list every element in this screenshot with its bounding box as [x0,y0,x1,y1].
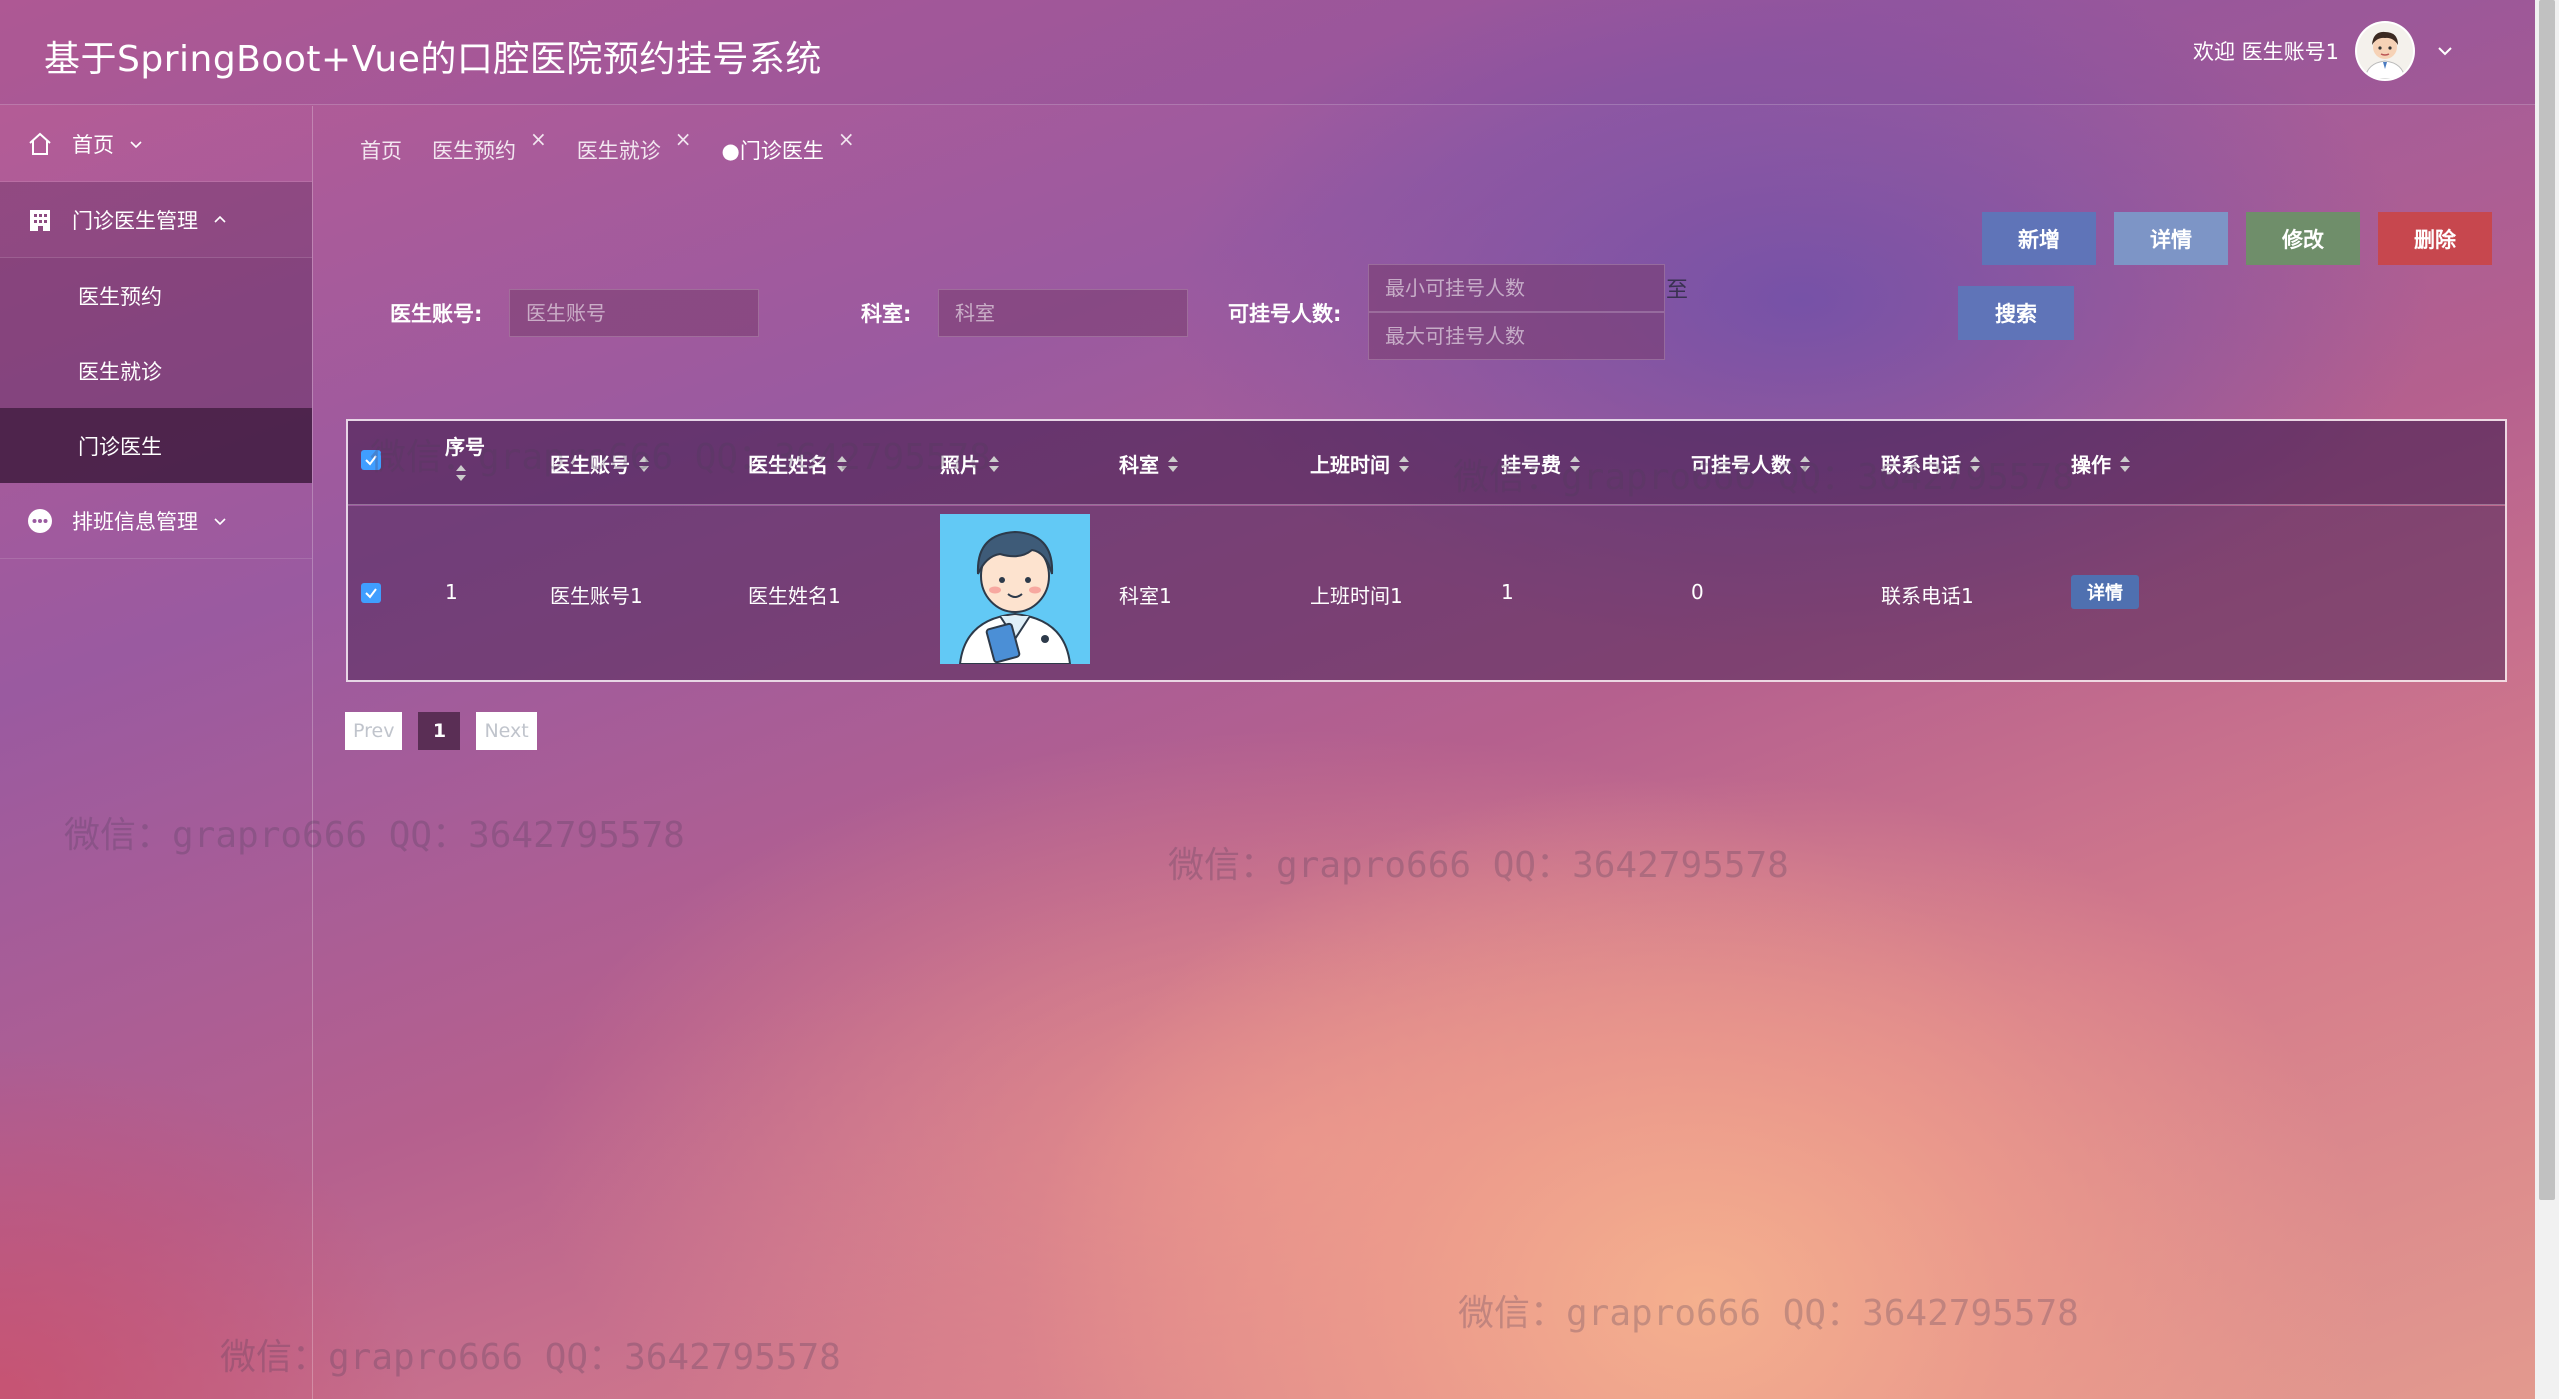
scrollbar-thumb[interactable] [2539,0,2555,1200]
doctor-photo [940,514,1090,664]
watermark: 微信：grapro666 QQ：3642795578 [1458,1293,2079,1334]
col-index[interactable]: 序号 [445,431,485,482]
chevron-down-icon[interactable] [2435,41,2455,61]
doctor-table: 序号 医生账号 医生姓名 照片 科室 上班时间 挂号费 可挂号人数 联系电话 操… [346,419,2507,682]
row-detail-button[interactable]: 详情 [2071,575,2139,609]
prev-page-button[interactable]: Prev [345,712,403,750]
col-photo[interactable]: 照片 [940,449,1000,478]
sidebar-item-label: 门诊医生管理 [72,208,198,233]
doctor-illustration-icon [940,514,1090,664]
app-title: 基于SpringBoot+Vue的口腔医院预约挂号系统 [44,39,822,80]
tab-label: 首页 [360,139,402,163]
dept-search-input[interactable] [938,289,1188,337]
chevron-down-icon [128,136,144,152]
tab-label: 医生就诊 [576,139,661,163]
available-count-label: 可挂号人数: [1228,302,1342,326]
sidebar-item-doctor-appointment[interactable]: 医生预约 [0,258,312,333]
sidebar-item-clinic-doctor[interactable]: 门诊医生 [0,408,312,483]
cell-name: 医生姓名1 [748,584,841,608]
col-actions[interactable]: 操作 [2071,449,2131,478]
delete-button[interactable]: 删除 [2378,212,2492,265]
cell-work-time: 上班时间1 [1310,584,1403,608]
sidebar: 首页 门诊医生管理 医生预约 医生就诊 门诊医生 排班信息管理 [0,106,313,1399]
watermark: 微信：grapro666 QQ：3642795578 [220,1337,841,1378]
sort-icon [1800,455,1810,472]
tab-doctor-visit[interactable]: 医生就诊 × [576,127,692,165]
dept-label: 科室: [861,302,912,326]
col-dept[interactable]: 科室 [1119,449,1179,478]
close-icon[interactable]: × [838,127,855,151]
col-fee[interactable]: 挂号费 [1501,449,1581,478]
close-icon[interactable]: × [530,127,547,151]
sidebar-item-doctor-visit[interactable]: 医生就诊 [0,333,312,408]
chevron-up-icon [212,212,228,228]
min-available-input[interactable] [1368,264,1665,312]
col-account[interactable]: 医生账号 [550,449,650,478]
user-menu[interactable]: 欢迎 医生账号1 [2193,20,2455,82]
account-label: 医生账号: [390,302,483,326]
sort-icon [1168,455,1178,472]
check-icon [365,455,377,466]
doctor-avatar-icon [2357,23,2413,79]
welcome-text: 欢迎 医生账号1 [2192,40,2339,64]
cell-dept: 科室1 [1119,584,1172,608]
sort-icon [2120,455,2130,472]
row-checkbox[interactable] [361,583,381,603]
col-work-time[interactable]: 上班时间 [1310,449,1410,478]
sort-icon [639,455,649,472]
pagination: Prev 1 Next [345,712,537,750]
tab-label: 医生预约 [432,139,516,163]
next-page-button[interactable]: Next [476,712,537,750]
select-all-checkbox[interactable] [361,450,381,470]
cell-phone: 联系电话1 [1881,584,1974,608]
range-separator: 至 [1666,278,1689,303]
edit-button[interactable]: 修改 [2246,212,2360,265]
col-phone[interactable]: 联系电话 [1881,449,1981,478]
tab-home[interactable]: 首页 [360,135,402,165]
tab-label: ●门诊医生 [721,139,824,163]
table-row[interactable]: 1 医生账号1 医生姓名1 科室1 上班时间1 1 0 联系电话1 详情 [348,506,2505,680]
account-search-input[interactable] [509,289,759,337]
sort-icon [1399,455,1409,472]
detail-button[interactable]: 详情 [2114,212,2228,265]
sidebar-item-label: 首页 [72,132,114,157]
sidebar-item-home[interactable]: 首页 [0,106,312,182]
check-icon [365,588,377,599]
tab-bar: 首页 医生预约 × 医生就诊 × ●门诊医生 × [360,127,885,168]
sidebar-item-schedule-mgmt[interactable]: 排班信息管理 [0,483,312,559]
sort-icon [1970,455,1980,472]
top-header: 基于SpringBoot+Vue的口腔医院预约挂号系统 欢迎 医生账号1 [0,0,2535,105]
avatar[interactable] [2355,21,2415,81]
more-icon [26,507,54,535]
cell-available: 0 [1691,580,1704,604]
cell-fee: 1 [1501,580,1514,604]
sidebar-item-label: 排班信息管理 [72,509,198,534]
home-icon [26,130,54,158]
sort-icon [837,455,847,472]
tab-doctor-appointment[interactable]: 医生预约 × [432,127,547,165]
add-button[interactable]: 新增 [1982,212,2096,265]
search-button[interactable]: 搜索 [1958,286,2074,340]
close-icon[interactable]: × [675,127,692,151]
col-available[interactable]: 可挂号人数 [1691,449,1811,478]
building-icon [26,206,54,234]
sort-icon [1570,455,1580,472]
page-number-button[interactable]: 1 [418,712,461,750]
chevron-down-icon [212,513,228,529]
tab-clinic-doctor[interactable]: ●门诊医生 × [721,127,855,165]
col-name[interactable]: 医生姓名 [748,449,848,478]
sidebar-item-clinic-doctor-mgmt[interactable]: 门诊医生管理 [0,182,312,258]
watermark: 微信：grapro666 QQ：3642795578 [1168,845,1789,886]
sort-icon [989,455,999,472]
submenu-clinic-doctor: 医生预约 医生就诊 门诊医生 [0,258,312,483]
cell-index: 1 [445,580,458,604]
cell-account: 医生账号1 [550,584,643,608]
table-header: 序号 医生账号 医生姓名 照片 科室 上班时间 挂号费 可挂号人数 联系电话 操… [348,421,2505,505]
action-toolbar: 新增 详情 修改 删除 [1982,212,2492,265]
sort-icon [456,465,466,481]
max-available-input[interactable] [1368,312,1665,360]
